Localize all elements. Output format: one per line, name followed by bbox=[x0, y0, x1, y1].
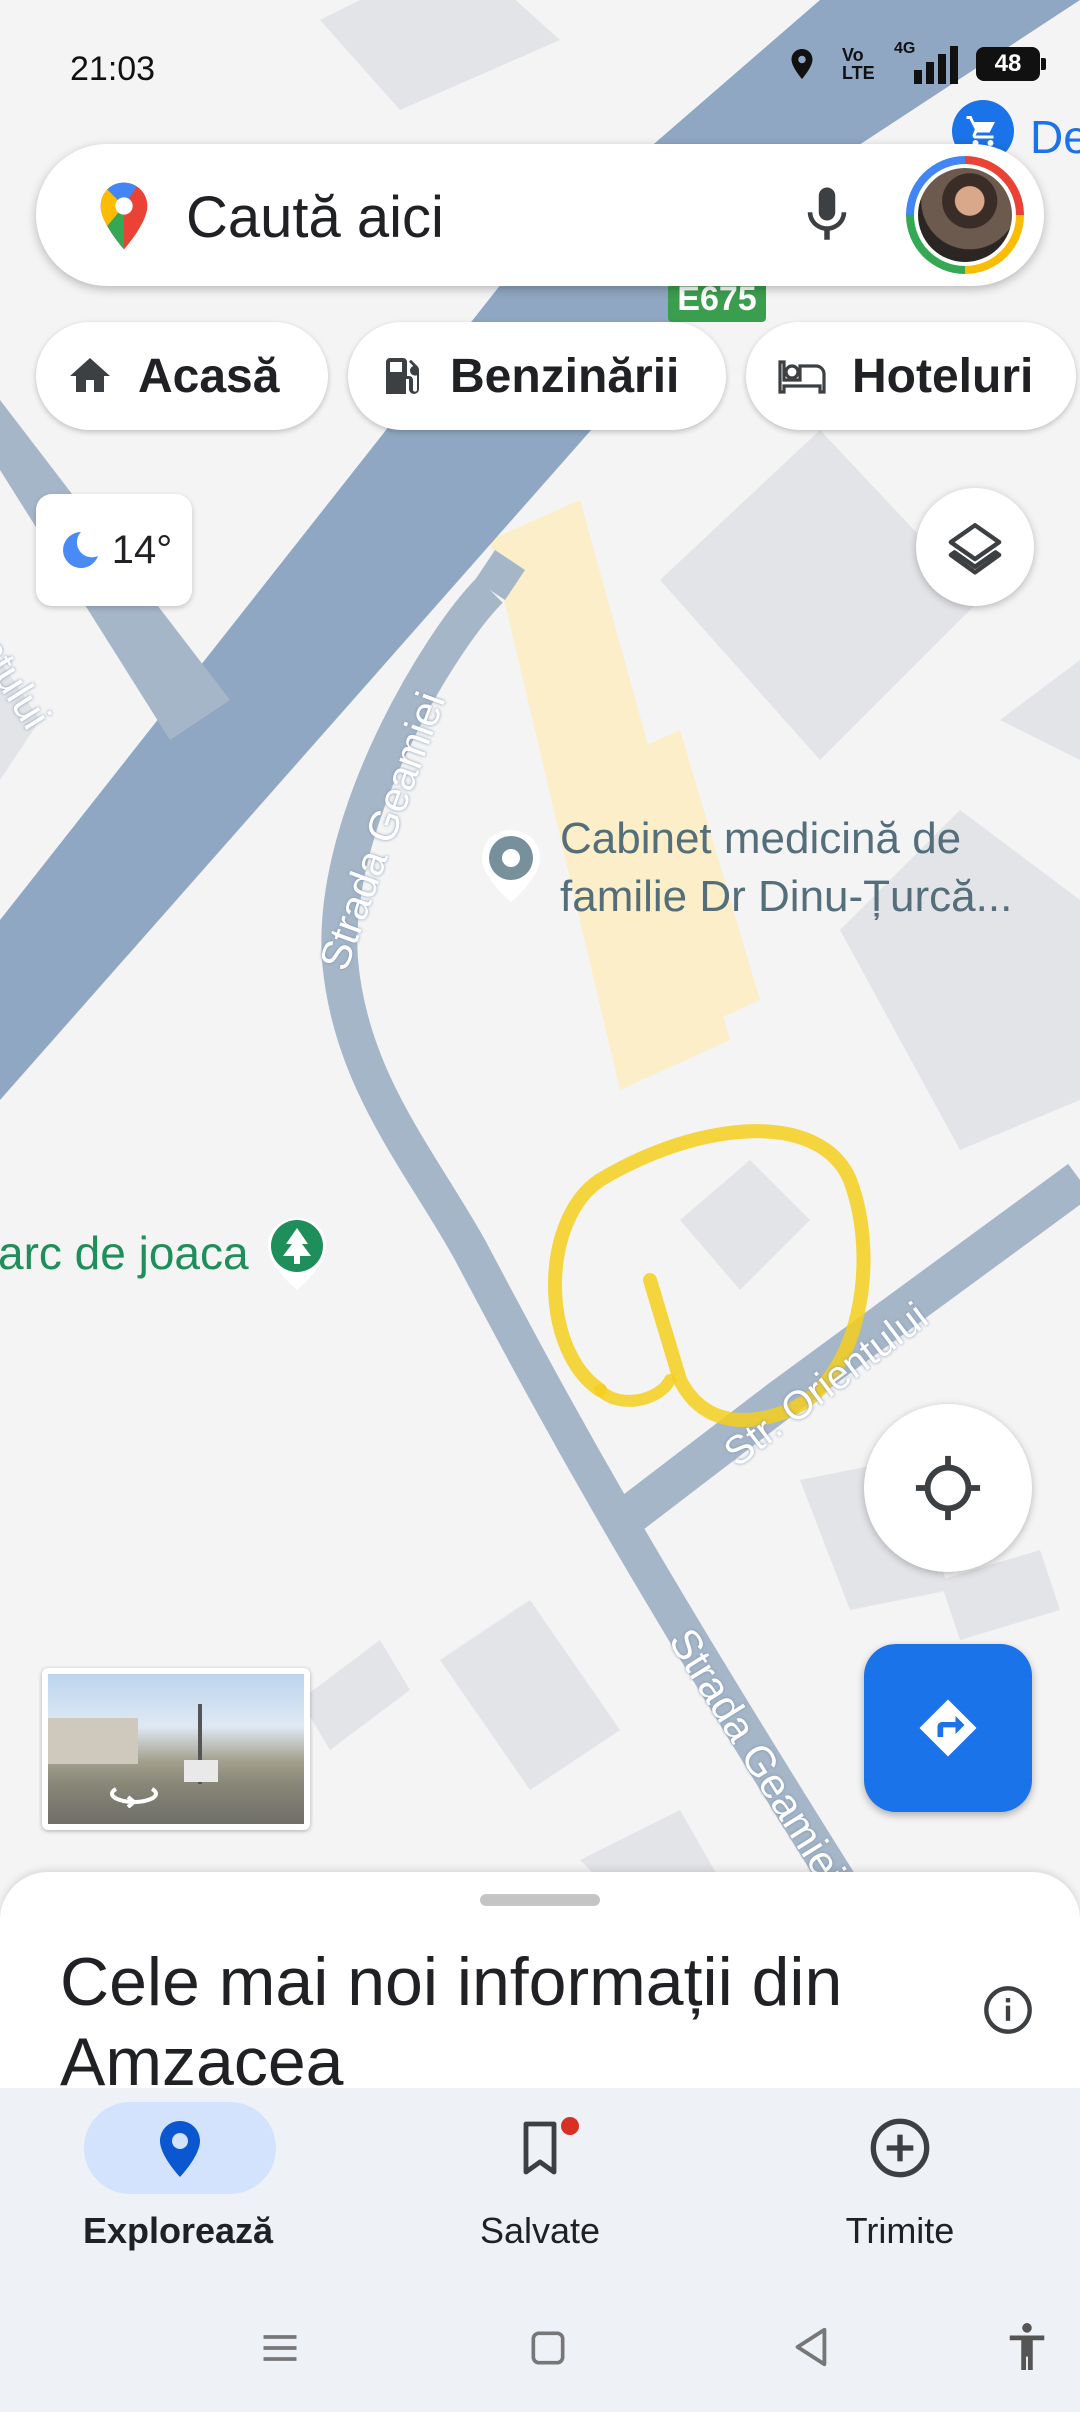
status-time: 21:03 bbox=[70, 50, 156, 88]
status-icons: Vo LTE 4G 48 bbox=[784, 40, 1046, 84]
home-icon bbox=[70, 358, 110, 392]
layers-button[interactable] bbox=[916, 488, 1034, 606]
sheet-drag-handle[interactable] bbox=[480, 1894, 600, 1906]
chip-hotels[interactable]: Hoteluri bbox=[746, 322, 1076, 430]
chip-hotels-label: Hoteluri bbox=[852, 349, 1034, 403]
home-button-icon[interactable] bbox=[526, 2326, 570, 2370]
account-avatar[interactable] bbox=[906, 156, 1024, 274]
location-status-icon bbox=[791, 49, 813, 79]
place-name[interactable]: Cabinet medicină de familie Dr Dinu-Țurc… bbox=[560, 810, 1012, 926]
nav-contribute-label: Trimite bbox=[845, 2210, 955, 2251]
park-label[interactable]: arc de joaca bbox=[0, 1226, 249, 1280]
nav-explore-label: Explorează bbox=[82, 2210, 274, 2251]
place-name-line2: familie Dr Dinu-Țurcă... bbox=[560, 872, 1013, 921]
directions-button[interactable] bbox=[864, 1644, 1032, 1812]
bottom-sheet[interactable]: Cele mai noi informații din Amzacea bbox=[0, 1872, 1080, 2092]
bookmark-icon bbox=[523, 2121, 557, 2175]
google-maps-logo-icon bbox=[100, 182, 148, 250]
place-name-line1: Cabinet medicină de bbox=[560, 814, 962, 863]
search-placeholder[interactable]: Caută aici bbox=[186, 184, 444, 251]
signal-icon: 4G bbox=[894, 40, 958, 84]
avatar-photo bbox=[914, 164, 1016, 266]
saved-notification-dot bbox=[558, 2114, 582, 2138]
status-bar: 21:03 Vo LTE 4G 48 bbox=[0, 0, 1080, 120]
layers-icon bbox=[948, 523, 1002, 575]
network-type: 4G bbox=[894, 40, 916, 57]
directions-icon bbox=[919, 1699, 977, 1757]
street-view-photo bbox=[48, 1674, 304, 1824]
weather-temperature: 14° bbox=[111, 527, 173, 572]
tree-icon bbox=[268, 1218, 326, 1290]
crosshair-icon bbox=[915, 1455, 981, 1521]
sheet-title: Cele mai noi informații din Amzacea bbox=[60, 1944, 843, 2092]
street-view-thumbnail[interactable] bbox=[42, 1668, 310, 1830]
chip-home[interactable]: Acasă bbox=[36, 322, 328, 430]
info-icon[interactable] bbox=[982, 1984, 1034, 2036]
add-circle-icon bbox=[870, 2118, 930, 2178]
chip-gas-stations[interactable]: Benzinării bbox=[348, 322, 726, 430]
place-marker[interactable] bbox=[476, 826, 546, 906]
gas-station-icon bbox=[386, 358, 419, 394]
accessibility-icon[interactable] bbox=[1004, 2322, 1050, 2372]
search-bar[interactable]: Caută aici bbox=[36, 144, 1044, 286]
battery-icon: 48 bbox=[976, 47, 1046, 81]
chip-gas-stations-label: Benzinării bbox=[450, 349, 680, 403]
nav-saved[interactable]: Salvate bbox=[390, 2088, 690, 2288]
nav-saved-label: Salvate bbox=[479, 2210, 601, 2251]
moon-icon bbox=[62, 532, 98, 568]
system-navigation-bar bbox=[0, 2288, 1080, 2412]
hotel-bed-icon bbox=[778, 360, 826, 394]
park-marker[interactable] bbox=[262, 1214, 332, 1294]
place-pin-icon bbox=[482, 830, 540, 902]
volte-indicator: Vo LTE bbox=[842, 45, 875, 83]
rotate-360-icon bbox=[110, 1787, 158, 1808]
location-pin-icon bbox=[160, 2121, 200, 2177]
back-icon[interactable] bbox=[788, 2324, 834, 2370]
chip-home-label: Acasă bbox=[138, 349, 280, 403]
weather-widget[interactable]: 14° bbox=[36, 494, 192, 606]
battery-level: 48 bbox=[994, 50, 1022, 77]
nav-explore[interactable]: Explorează bbox=[28, 2088, 328, 2288]
my-location-button[interactable] bbox=[864, 1404, 1032, 1572]
recent-apps-icon[interactable] bbox=[258, 2326, 302, 2370]
nav-contribute[interactable]: Trimite bbox=[750, 2088, 1050, 2288]
bottom-navigation: Explorează Salvate Trimite bbox=[0, 2088, 1080, 2288]
microphone-icon[interactable] bbox=[794, 182, 860, 248]
